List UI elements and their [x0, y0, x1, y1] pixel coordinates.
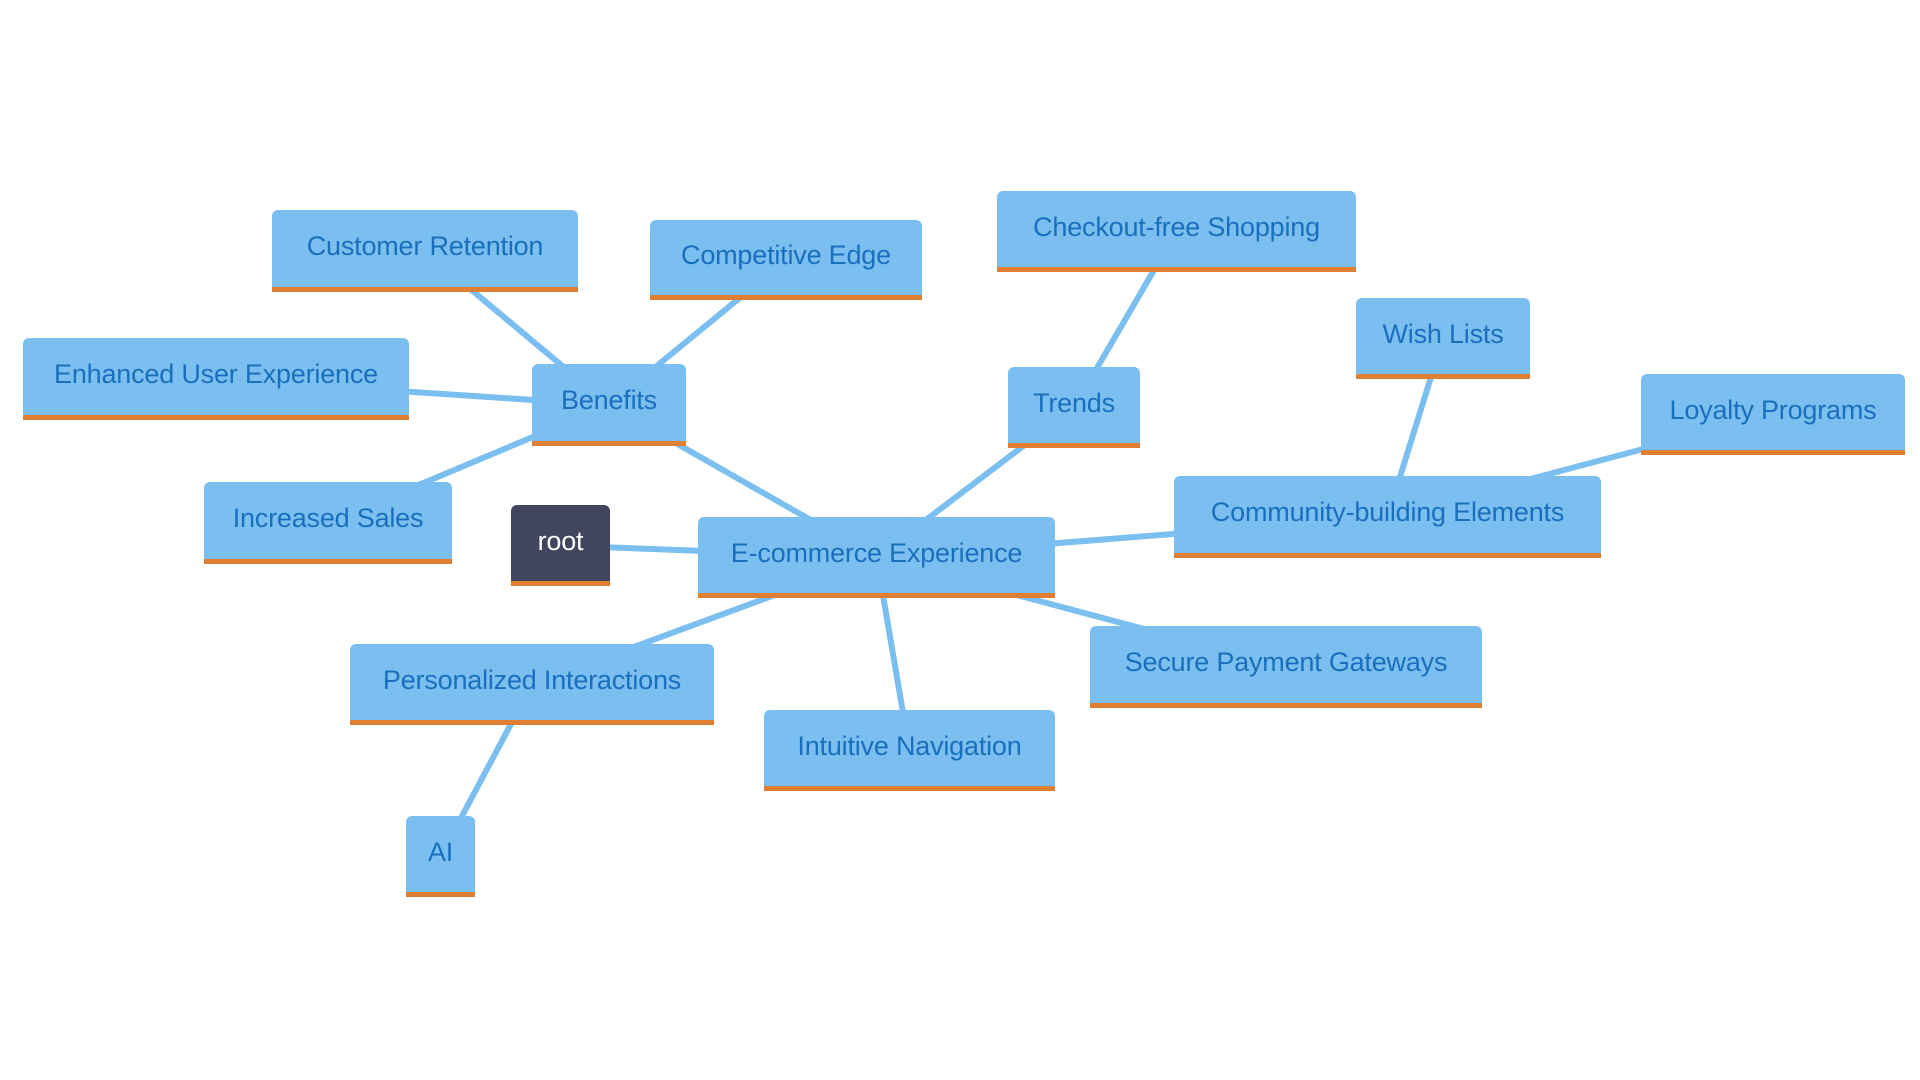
node-root[interactable]: root — [511, 505, 610, 586]
node-secure-payment-gateways[interactable]: Secure Payment Gateways — [1090, 626, 1482, 708]
node-ai[interactable]: AI — [406, 816, 475, 897]
node-customer-retention[interactable]: Customer Retention — [272, 210, 578, 292]
node-benefits[interactable]: Benefits — [532, 364, 686, 446]
node-intuitive-navigation[interactable]: Intuitive Navigation — [764, 710, 1055, 791]
node-community-building-elements[interactable]: Community-building Elements — [1174, 476, 1601, 558]
node-competitive-edge[interactable]: Competitive Edge — [650, 220, 922, 300]
node-loyalty-programs[interactable]: Loyalty Programs — [1641, 374, 1905, 455]
node-trends[interactable]: Trends — [1008, 367, 1140, 448]
node-wish-lists[interactable]: Wish Lists — [1356, 298, 1530, 379]
node-ecommerce-experience[interactable]: E-commerce Experience — [698, 517, 1055, 598]
node-increased-sales[interactable]: Increased Sales — [204, 482, 452, 564]
node-personalized-interactions[interactable]: Personalized Interactions — [350, 644, 714, 725]
node-checkout-free-shopping[interactable]: Checkout-free Shopping — [997, 191, 1356, 272]
node-enhanced-user-experience[interactable]: Enhanced User Experience — [23, 338, 409, 420]
